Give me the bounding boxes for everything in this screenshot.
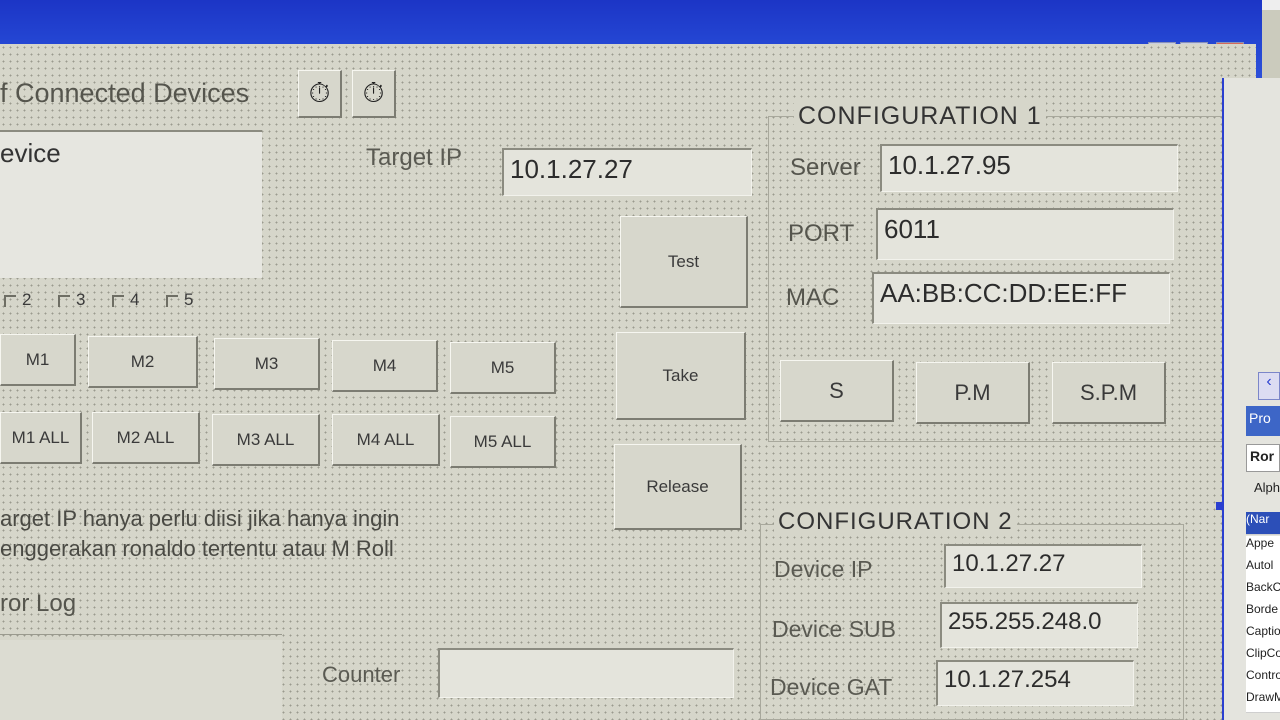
error-log-label: ror Log bbox=[0, 590, 77, 617]
device-list[interactable]: evice bbox=[0, 130, 262, 278]
checkbox-box[interactable] bbox=[112, 294, 124, 307]
target-ip-label: Target IP bbox=[366, 144, 463, 171]
m2-button[interactable]: M2 bbox=[88, 336, 198, 388]
panel-marker bbox=[1216, 502, 1224, 510]
config2-title: CONFIGURATION 2 bbox=[774, 508, 1017, 536]
property-row[interactable]: (Nar bbox=[1246, 512, 1280, 535]
properties-tab[interactable]: Pro bbox=[1246, 406, 1280, 436]
m5-all-button[interactable]: M5 ALL bbox=[450, 416, 556, 468]
chevron-left-icon[interactable]: ‹ bbox=[1258, 372, 1280, 400]
m5-button[interactable]: M5 bbox=[450, 342, 556, 394]
error-log-box[interactable] bbox=[0, 640, 282, 720]
checkbox-2[interactable]: 2 bbox=[4, 290, 31, 310]
device-gat-label: Device GAT bbox=[770, 674, 893, 700]
m1-button[interactable]: M1 bbox=[0, 334, 76, 386]
checkbox-label: 3 bbox=[76, 290, 86, 309]
property-row[interactable]: Control bbox=[1246, 668, 1280, 691]
checkbox-label: 5 bbox=[184, 290, 194, 309]
spm-button[interactable]: S.P.M bbox=[1052, 362, 1166, 424]
server-input[interactable]: 10.1.27.95 bbox=[880, 144, 1178, 192]
device-ip-label: Device IP bbox=[774, 556, 873, 582]
checkbox-3[interactable]: 3 bbox=[58, 290, 85, 310]
server-label: Server bbox=[790, 154, 861, 181]
target-ip-input[interactable]: 10.1.27.27 bbox=[502, 148, 752, 196]
note-line-1: arget IP hanya perlu diisi jika hanya in… bbox=[0, 506, 400, 531]
property-row[interactable]: BackC bbox=[1246, 580, 1280, 603]
checkbox-box[interactable] bbox=[166, 294, 178, 307]
note-line-2: enggerakan ronaldo tertentu atau M Roll bbox=[0, 536, 394, 561]
checkbox-label: 4 bbox=[130, 290, 140, 309]
device-sub-label: Device SUB bbox=[772, 616, 896, 642]
checkbox-4[interactable]: 4 bbox=[112, 290, 139, 310]
pm-button[interactable]: P.M bbox=[916, 362, 1030, 424]
mac-input[interactable]: AA:BB:CC:DD:EE:FF bbox=[872, 272, 1170, 324]
mac-label: MAC bbox=[786, 284, 840, 311]
property-row[interactable]: Borde bbox=[1246, 602, 1280, 625]
stopwatch-icon[interactable]: ⏱ bbox=[298, 70, 342, 118]
properties-sort-alpha[interactable]: Alph bbox=[1254, 480, 1280, 495]
properties-object-select[interactable]: Ror bbox=[1246, 444, 1280, 472]
property-row[interactable]: Appe bbox=[1246, 536, 1280, 559]
release-button[interactable]: Release bbox=[614, 444, 742, 530]
device-list-header: evice bbox=[0, 138, 61, 168]
m1-all-button[interactable]: M1 ALL bbox=[0, 412, 82, 464]
device-sub-input[interactable]: 255.255.248.0 bbox=[940, 602, 1138, 648]
m3-button[interactable]: M3 bbox=[214, 338, 320, 390]
counter-label: Counter bbox=[322, 662, 401, 687]
take-button[interactable]: Take bbox=[616, 332, 746, 420]
s-button[interactable]: S bbox=[780, 360, 894, 422]
m3-all-button[interactable]: M3 ALL bbox=[212, 414, 320, 466]
device-gat-input[interactable]: 10.1.27.254 bbox=[936, 660, 1134, 706]
device-ip-input[interactable]: 10.1.27.27 bbox=[944, 544, 1142, 588]
m4-all-button[interactable]: M4 ALL bbox=[332, 414, 440, 466]
counter-input[interactable] bbox=[438, 648, 734, 698]
error-log-divider bbox=[0, 634, 282, 639]
m4-button[interactable]: M4 bbox=[332, 340, 438, 392]
property-row[interactable]: Autol bbox=[1246, 558, 1280, 581]
property-row[interactable]: DrawM bbox=[1246, 690, 1280, 713]
stopwatch-icon[interactable]: ⏱ bbox=[352, 70, 396, 118]
test-button[interactable]: Test bbox=[620, 216, 748, 308]
checkbox-5[interactable]: 5 bbox=[166, 290, 193, 310]
config1-title: CONFIGURATION 1 bbox=[794, 102, 1046, 131]
m2-all-button[interactable]: M2 ALL bbox=[92, 412, 200, 464]
devices-header: f Connected Devices bbox=[0, 78, 250, 108]
checkbox-box[interactable] bbox=[4, 294, 16, 307]
checkbox-label: 2 bbox=[22, 290, 32, 309]
port-input[interactable]: 6011 bbox=[876, 208, 1174, 260]
checkbox-box[interactable] bbox=[58, 294, 70, 307]
property-row[interactable]: ClipCor bbox=[1246, 646, 1280, 669]
property-row[interactable]: Captio bbox=[1246, 624, 1280, 647]
port-label: PORT bbox=[788, 220, 855, 247]
